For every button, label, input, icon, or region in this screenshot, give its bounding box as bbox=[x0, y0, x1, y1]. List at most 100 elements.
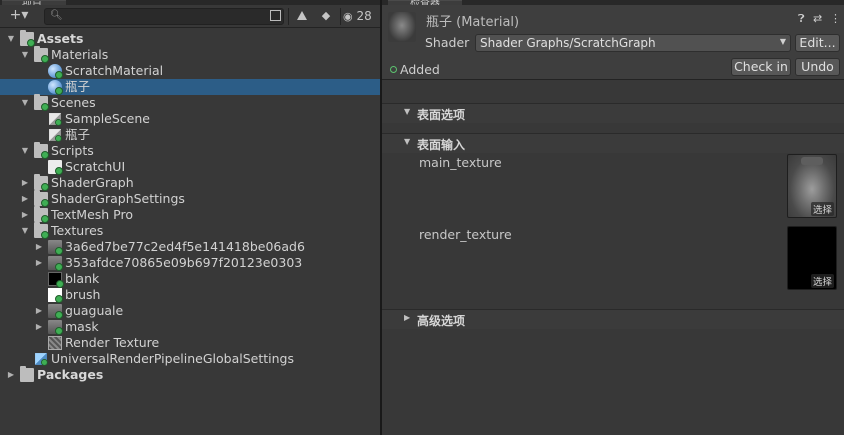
folder-icon bbox=[34, 142, 49, 159]
tree-row[interactable]: ▶ 353afdce70865e09b697f20123e0303 bbox=[0, 255, 380, 271]
chevron-right-icon[interactable]: ▶ bbox=[34, 239, 44, 255]
chevron-down-icon[interactable]: ▼ bbox=[20, 143, 30, 159]
vcs-added-badge-icon bbox=[55, 327, 63, 335]
vcs-added-badge-icon bbox=[41, 199, 49, 207]
vcs-added-badge-icon bbox=[55, 71, 63, 79]
vcs-added-badge-icon bbox=[55, 135, 62, 142]
tree-row[interactable]: blank bbox=[0, 271, 380, 288]
select-texture-button[interactable]: 选择 bbox=[810, 202, 834, 216]
tree-row[interactable]: 瓶子 bbox=[0, 79, 380, 95]
tree-row[interactable]: ScratchUI bbox=[0, 159, 380, 175]
tree-item-label: Textures bbox=[51, 223, 104, 238]
hidden-packages-toggle[interactable]: ◉ 28 bbox=[343, 7, 379, 25]
section-label: 表面输入 bbox=[417, 138, 466, 152]
hidden-count: 28 bbox=[356, 9, 372, 23]
shader-dropdown[interactable]: Shader Graphs/ScratchGraph ▼ bbox=[475, 34, 791, 52]
chevron-right-icon[interactable]: ▶ bbox=[20, 207, 30, 223]
chevron-right-icon[interactable]: ▶ bbox=[20, 175, 30, 191]
tree-row[interactable]: ▶ ShaderGraph bbox=[0, 174, 380, 191]
vcs-added-badge-icon bbox=[41, 215, 49, 223]
texture-icon bbox=[48, 320, 63, 335]
tree-row[interactable]: ▼ Scripts bbox=[0, 142, 380, 159]
project-panel: 项目 +▾ 🔍︎ ◆ ◉ 28 ▼Assets▼MaterialsScratch… bbox=[0, 0, 380, 435]
urp-settings-icon bbox=[35, 353, 48, 366]
folder-icon bbox=[34, 206, 49, 223]
tree-item-label: 瓶子 bbox=[65, 127, 91, 142]
tree-item-label: ShaderGraphSettings bbox=[51, 191, 185, 206]
vcs-added-badge-icon bbox=[41, 183, 49, 191]
white-texture-icon bbox=[48, 288, 63, 303]
material-icon bbox=[48, 64, 63, 79]
chevron-right-icon[interactable]: ▶ bbox=[6, 367, 16, 383]
chevron-right-icon[interactable]: ▶ bbox=[34, 319, 44, 335]
chevron-down-icon: ▼ bbox=[404, 107, 411, 116]
select-texture-button[interactable]: 选择 bbox=[810, 274, 834, 288]
texture-icon bbox=[48, 240, 63, 255]
chevron-right-icon[interactable]: ▶ bbox=[34, 255, 44, 271]
tree-row[interactable]: UniversalRenderPipelineGlobalSettings bbox=[0, 351, 380, 367]
vcs-added-badge-icon bbox=[41, 359, 48, 366]
filter-by-type-icon[interactable] bbox=[292, 7, 312, 25]
tree-row[interactable]: SampleScene bbox=[0, 111, 380, 127]
tree-row[interactable]: ▼ Assets bbox=[0, 30, 380, 47]
chevron-down-icon[interactable]: ▼ bbox=[20, 47, 30, 63]
tree-row[interactable]: Render Texture bbox=[0, 335, 380, 351]
undo-button[interactable]: Undo bbox=[795, 58, 840, 76]
preset-icon[interactable]: ⇄ bbox=[813, 12, 822, 25]
chevron-right-icon[interactable]: ▶ bbox=[34, 303, 44, 319]
scene-icon bbox=[49, 113, 62, 126]
tree-item-label: Packages bbox=[37, 367, 104, 382]
folder-icon bbox=[34, 174, 49, 191]
edit-shader-button[interactable]: Edit... bbox=[795, 34, 840, 52]
section-surface-inputs[interactable]: ▼ 表面输入 bbox=[382, 133, 844, 153]
folder-icon bbox=[34, 222, 49, 239]
tree-row[interactable]: 瓶子 bbox=[0, 127, 380, 143]
eye-slash-icon: ◉ bbox=[343, 10, 353, 23]
folder-icon bbox=[20, 366, 34, 382]
tree-row[interactable]: ▶ TextMesh Pro bbox=[0, 206, 380, 223]
search-input[interactable] bbox=[63, 9, 263, 24]
vcs-added-badge-icon bbox=[55, 167, 63, 175]
tree-item-label: Render Texture bbox=[65, 335, 160, 350]
tree-item-label: SampleScene bbox=[65, 111, 150, 126]
main-texture-slot[interactable]: 选择 bbox=[787, 154, 837, 218]
chevron-down-icon[interactable]: ▼ bbox=[20, 95, 30, 111]
render-texture-slot[interactable]: 选择 bbox=[787, 226, 837, 290]
tree-row[interactable]: ▼ Materials bbox=[0, 46, 380, 63]
texture-icon bbox=[48, 304, 63, 319]
vcs-added-badge-icon bbox=[55, 87, 63, 95]
check-in-button[interactable]: Check in bbox=[731, 58, 791, 76]
vcs-added-badge-icon bbox=[41, 55, 49, 63]
material-header: 瓶子 (Material) ❓︎ ⇄ ⋮ Shader Shader Graph… bbox=[382, 5, 844, 80]
tree-row[interactable]: ▶ Packages bbox=[0, 366, 380, 383]
tree-row[interactable]: ▼ Scenes bbox=[0, 94, 380, 111]
search-box: 🔍︎ bbox=[44, 8, 284, 25]
vcs-added-badge-icon bbox=[41, 231, 49, 239]
tree-row[interactable]: ▶ 3a6ed7be77c2ed4f5e141418be06ad6 bbox=[0, 239, 380, 255]
tree-row[interactable]: brush bbox=[0, 287, 380, 303]
help-icon[interactable]: ❓︎ bbox=[798, 12, 805, 26]
chevron-right-icon[interactable]: ▶ bbox=[20, 191, 30, 207]
tree-row[interactable]: ▶ guaguale bbox=[0, 303, 380, 319]
tree-item-label: Scenes bbox=[51, 95, 96, 110]
create-button[interactable]: +▾ bbox=[4, 7, 34, 25]
tree-row[interactable]: ▼ Textures bbox=[0, 222, 380, 239]
tree-row[interactable]: ▶ mask bbox=[0, 319, 380, 335]
section-surface-options[interactable]: ▼ 表面选项 bbox=[382, 103, 844, 123]
vcs-added-badge-icon bbox=[55, 119, 62, 126]
kebab-menu-icon[interactable]: ⋮ bbox=[830, 12, 841, 25]
tree-item-label: UniversalRenderPipelineGlobalSettings bbox=[51, 351, 294, 366]
shader-value: Shader Graphs/ScratchGraph bbox=[480, 36, 656, 50]
chevron-down-icon[interactable]: ▼ bbox=[20, 223, 30, 239]
tree-item-label: guaguale bbox=[65, 303, 124, 318]
vcs-added-badge-icon bbox=[41, 103, 49, 111]
scene-icon bbox=[49, 129, 62, 142]
search-by-type-icon[interactable] bbox=[268, 7, 282, 25]
chevron-right-icon: ▶ bbox=[404, 313, 411, 322]
filter-by-label-icon[interactable]: ◆ bbox=[316, 7, 336, 25]
tree-row[interactable]: ScratchMaterial bbox=[0, 63, 380, 79]
tree-row[interactable]: ▶ ShaderGraphSettings bbox=[0, 190, 380, 207]
section-label: 高级选项 bbox=[417, 314, 466, 328]
section-advanced-options[interactable]: ▶ 高级选项 bbox=[382, 309, 844, 329]
chevron-down-icon[interactable]: ▼ bbox=[6, 31, 16, 47]
